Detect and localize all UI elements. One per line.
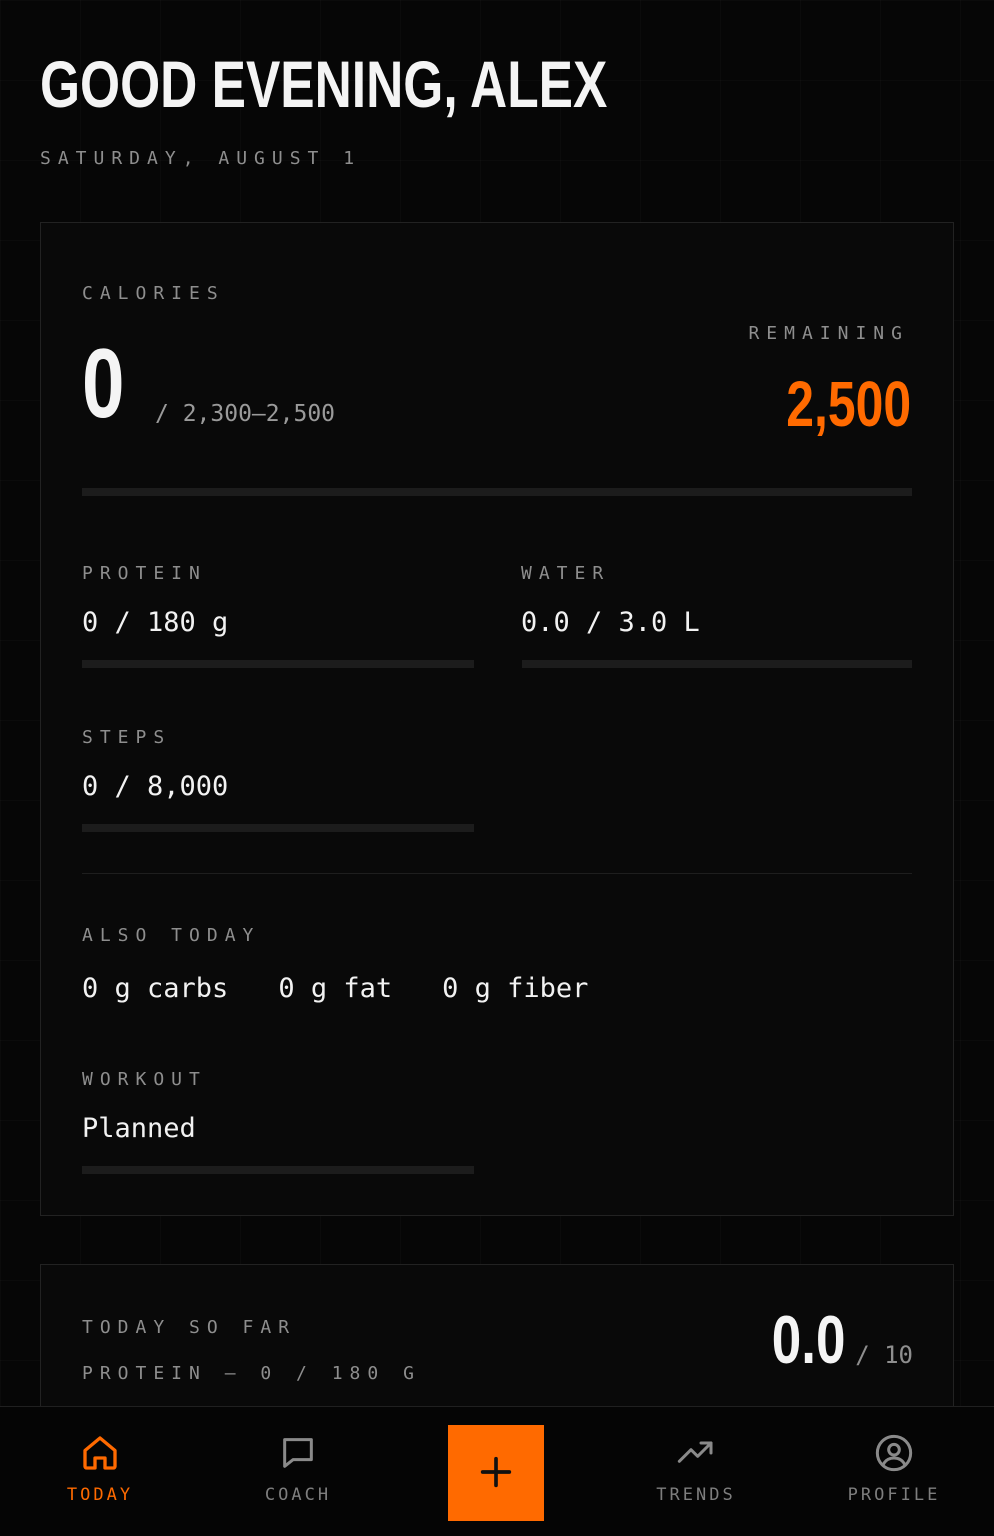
today-so-far-sub: PROTEIN — 0 / 180 G xyxy=(82,1363,421,1384)
nav-today-label: TODAY xyxy=(66,1485,134,1505)
protein-label: PROTEIN xyxy=(82,563,207,584)
calories-progress-bar xyxy=(82,488,912,496)
score-display: 0.0 / 10 xyxy=(751,1305,913,1375)
nav-trends-label: TRENDS xyxy=(656,1485,736,1505)
water-label: WATER xyxy=(521,563,611,584)
today-so-far-card[interactable]: TODAY SO FAR PROTEIN — 0 / 180 G 0.0 / 1… xyxy=(40,1264,954,1424)
trending-up-icon xyxy=(626,1433,766,1473)
nav-coach[interactable]: COACH xyxy=(228,1433,368,1505)
page-header: GOOD EVENING, ALEX SATURDAY, AUGUST 1 xyxy=(40,48,767,169)
carbs-value: 0 g carbs xyxy=(82,973,229,1004)
greeting-title: GOOD EVENING, ALEX xyxy=(40,47,608,121)
score-max: / 10 xyxy=(855,1341,913,1369)
calories-target: / 2,300–2,500 xyxy=(155,401,336,427)
nav-coach-label: COACH xyxy=(264,1485,332,1505)
steps-value: 0 / 8,000 xyxy=(82,771,229,802)
workout-progress-bar xyxy=(82,1166,474,1174)
water-value: 0.0 / 3.0 L xyxy=(521,607,700,638)
also-today-label: ALSO TODAY xyxy=(82,925,261,946)
calories-label: CALORIES xyxy=(82,283,225,304)
today-so-far-label: TODAY SO FAR xyxy=(82,1317,297,1338)
section-divider xyxy=(82,873,912,874)
home-icon xyxy=(30,1433,170,1473)
user-circle-icon xyxy=(824,1433,964,1473)
nav-trends[interactable]: TRENDS xyxy=(626,1433,766,1505)
protein-value: 0 / 180 g xyxy=(82,607,229,638)
steps-progress-bar xyxy=(82,824,474,832)
protein-progress-bar xyxy=(82,660,474,668)
chat-bubble-icon xyxy=(228,1433,368,1473)
date-label: SATURDAY, AUGUST 1 xyxy=(40,148,362,169)
nav-profile[interactable]: PROFILE xyxy=(824,1433,964,1505)
also-today-list: 0 g carbs 0 g fat 0 g fiber xyxy=(82,973,638,1004)
add-entry-button[interactable] xyxy=(448,1425,544,1521)
remaining-label: REMAINING xyxy=(748,323,909,344)
workout-value: Planned xyxy=(82,1113,196,1144)
steps-label: STEPS xyxy=(82,727,172,748)
score-value: 0.0 xyxy=(771,1302,846,1378)
nav-profile-label: PROFILE xyxy=(847,1485,941,1505)
workout-label: WORKOUT xyxy=(82,1069,207,1090)
remaining-value: 2,500 xyxy=(786,368,911,440)
plus-icon xyxy=(476,1452,516,1495)
fiber-value: 0 g fiber xyxy=(442,973,589,1004)
nav-today[interactable]: TODAY xyxy=(30,1433,170,1505)
water-progress-bar xyxy=(522,660,912,668)
bottom-nav: TODAY COACH TRENDS PROFILE xyxy=(0,1406,994,1536)
daily-summary-card[interactable]: CALORIES 0 / 2,300–2,500 REMAINING 2,500… xyxy=(40,222,954,1216)
calories-value: 0 xyxy=(82,328,125,438)
fat-value: 0 g fat xyxy=(278,973,393,1004)
